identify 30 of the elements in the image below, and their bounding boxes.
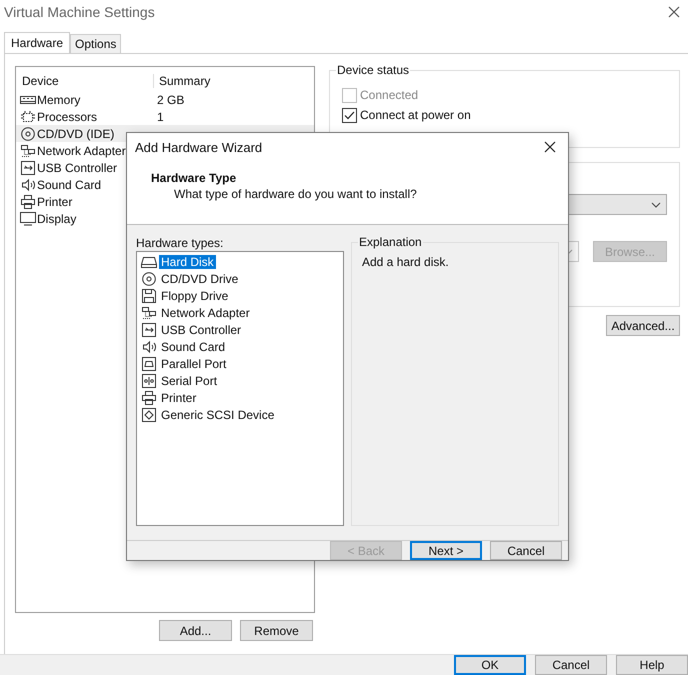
- device-name: CD/DVD (IDE): [37, 126, 114, 140]
- item-label: USB Controller: [160, 323, 242, 338]
- item-label: Network Adapter: [160, 306, 251, 320]
- item-label: Parallel Port: [160, 357, 228, 372]
- item-label: Serial Port: [160, 374, 218, 388]
- item-label: Printer: [160, 391, 198, 406]
- window-title: Virtual Machine Settings: [4, 4, 155, 20]
- device-name: USB Controller: [37, 160, 118, 174]
- device-name: Display: [37, 212, 76, 226]
- list-label: Hardware types:: [136, 236, 224, 251]
- item-label: Floppy Drive: [160, 289, 230, 304]
- device-name: Network Adapter: [37, 144, 126, 158]
- checkbox-label: Connect at power on: [360, 108, 471, 122]
- checkbox-label: Connected: [360, 88, 418, 102]
- device-name: Processors: [37, 110, 98, 124]
- dialog-title: Add Hardware Wizard: [135, 140, 262, 154]
- device-name: Sound Card: [37, 178, 102, 192]
- item-label: Hard Disk: [159, 255, 216, 270]
- device-name: Printer: [37, 194, 72, 208]
- device-summary: 2 GB: [157, 92, 184, 106]
- item-label: Generic SCSI Device: [160, 408, 276, 422]
- wizard-subtitle: What type of hardware do you want to install?: [173, 187, 418, 201]
- explanation-text: Add a hard disk.: [362, 255, 449, 269]
- device-name: Memory: [37, 92, 80, 106]
- item-label: Sound Card: [160, 340, 226, 354]
- device-summary: 1: [157, 110, 164, 124]
- item-label: CD/DVD Drive: [160, 272, 240, 286]
- group-title: Explanation: [358, 235, 423, 249]
- group-title: Device status: [336, 63, 410, 77]
- wizard-heading: Hardware Type: [151, 171, 238, 185]
